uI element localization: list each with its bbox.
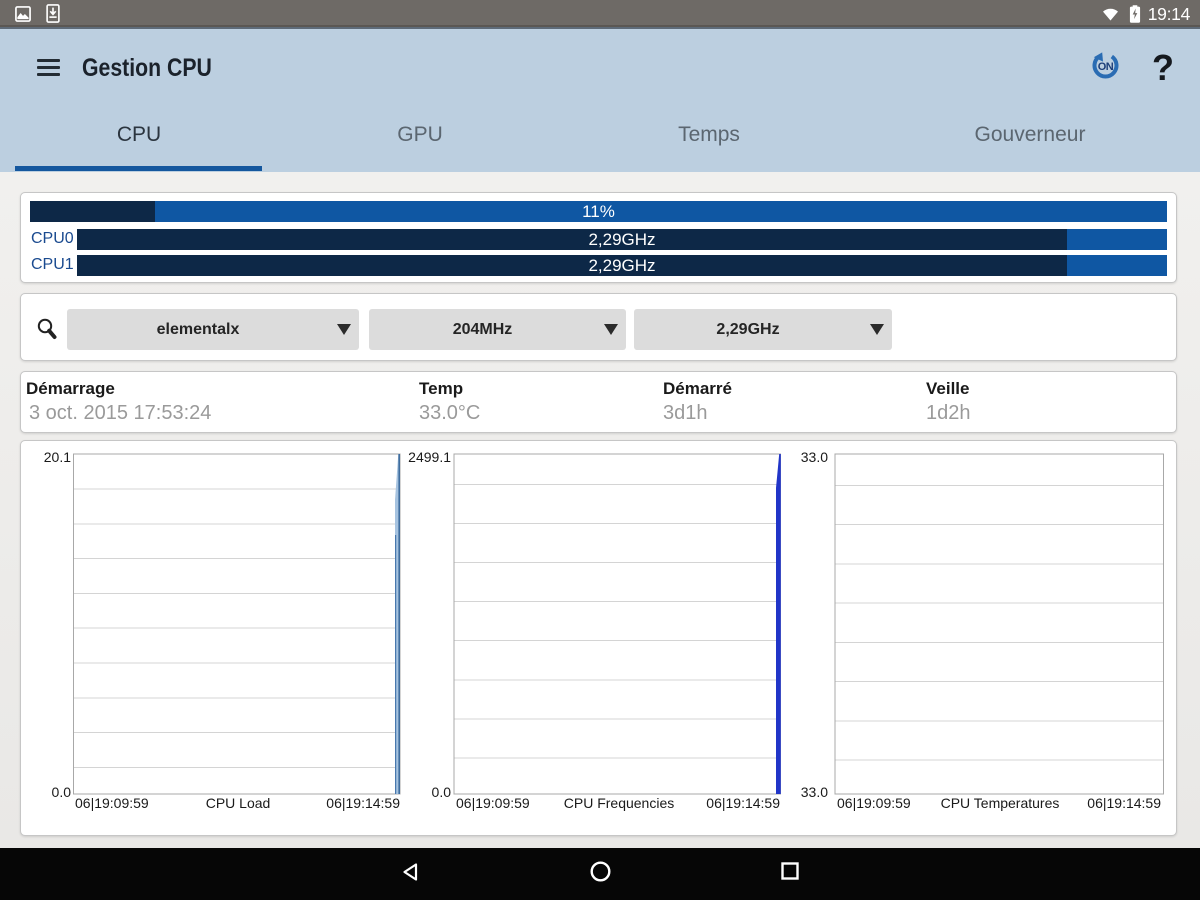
svg-text:06|19:14:59: 06|19:14:59 bbox=[1087, 795, 1161, 811]
svg-text:06|19:09:59: 06|19:09:59 bbox=[456, 795, 530, 811]
svg-text:33.0: 33.0 bbox=[801, 449, 828, 465]
svg-text:ON: ON bbox=[1098, 61, 1114, 73]
svg-text:2499.1: 2499.1 bbox=[408, 449, 451, 465]
svg-text:06|19:14:59: 06|19:14:59 bbox=[326, 795, 400, 811]
svg-text:CPU Frequencies: CPU Frequencies bbox=[564, 795, 675, 811]
svg-text:20.1: 20.1 bbox=[44, 449, 71, 465]
svg-text:0.0: 0.0 bbox=[432, 784, 452, 800]
svg-text:06|19:14:59: 06|19:14:59 bbox=[706, 795, 780, 811]
svg-text:CPU Temperatures: CPU Temperatures bbox=[941, 795, 1060, 811]
svg-text:06|19:09:59: 06|19:09:59 bbox=[75, 795, 149, 811]
svg-text:0.0: 0.0 bbox=[52, 784, 72, 800]
svg-text:CPU Load: CPU Load bbox=[206, 795, 271, 811]
svg-text:06|19:09:59: 06|19:09:59 bbox=[837, 795, 911, 811]
svg-text:33.0: 33.0 bbox=[801, 784, 828, 800]
